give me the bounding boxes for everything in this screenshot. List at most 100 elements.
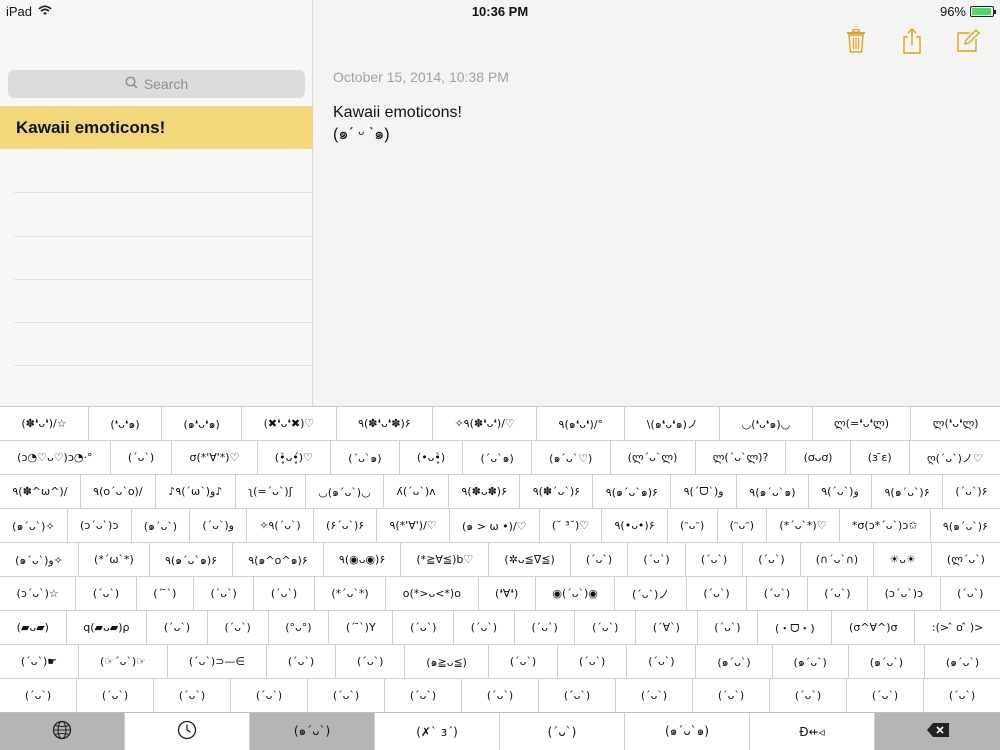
delete-key[interactable] [875, 713, 1000, 750]
emoticon-key[interactable]: ʎ(ˊᴗˋ)ʌ [384, 475, 450, 508]
emoticon-key[interactable]: (з ̄ε) [851, 441, 910, 474]
emoticon-key[interactable]: (ˊᴗˋ) [847, 679, 924, 712]
emoticon-key[interactable]: (۶ˊᴗˋ)۶ [314, 509, 378, 542]
search-bar[interactable]: Search [8, 70, 305, 98]
emoticon-key[interactable]: (ˊᴗˋ) [539, 679, 616, 712]
emoticon-key[interactable]: (ˊᴗˋ) [698, 611, 759, 644]
emoticon-key[interactable]: (ˊᴗˋ) [154, 679, 231, 712]
emoticon-key[interactable]: (❛∀❛) [479, 577, 536, 610]
emoticon-key[interactable]: (✲ᴗ≦∇≦) [489, 543, 571, 576]
emoticon-key[interactable]: (ˊᴗˋ) [558, 645, 628, 678]
emoticon-key[interactable]: (ˊᴗˋ)ノ [615, 577, 687, 610]
note-body[interactable]: Kawaii emoticons! (๑ˊ ᵕ ˋ๑) [333, 102, 462, 146]
emoticon-key[interactable]: ღ(ˊᴗˋ)ノ♡ [910, 441, 1000, 474]
category-key-5[interactable]: Ð⇷◃ [750, 713, 875, 750]
emoticon-key[interactable]: (ˊᴗˋ๑) [463, 441, 532, 474]
emoticon-key[interactable]: (ˊᴗˋ) [770, 679, 847, 712]
emoticon-key[interactable]: (ơᴗơ) [786, 441, 851, 474]
emoticon-key[interactable]: (ˊᴗˋ) [747, 577, 808, 610]
emoticon-key[interactable]: ٩(๑ˊᴗˋ๑)۶ [593, 475, 672, 508]
emoticon-key[interactable]: (ˊᴗˋ) [267, 645, 337, 678]
emoticon-key[interactable]: (ˊᴗˋ)۶ [943, 475, 1000, 508]
emoticon-key[interactable]: (ˊᴗˋ) [231, 679, 308, 712]
emoticon-key[interactable]: ٩(✽ᴗ✽)۶ [449, 475, 521, 508]
trash-icon[interactable] [844, 28, 868, 54]
category-key-3[interactable]: (ˊᴗˋ) [500, 713, 625, 750]
emoticon-key[interactable]: ٩(◉ᴗ◉)۶ [324, 543, 402, 576]
emoticon-key[interactable]: ٩(๑^o^๑)۶ [233, 543, 324, 576]
emoticon-key[interactable]: ʅ(=ˊᴗˋ)ʃ [236, 475, 306, 508]
emoticon-key[interactable]: (ˊᴗˋ) [147, 611, 208, 644]
emoticon-key[interactable]: (๑ˊᴗˋ) [849, 645, 925, 678]
emoticon-key[interactable]: (๑ˊᴗˋ)✧ [0, 509, 68, 542]
emoticon-key[interactable]: ٩(๑ˊᴗˋ)۶ [872, 475, 943, 508]
emoticon-key[interactable]: (ᵔᴗᵔ) [668, 509, 718, 542]
emoticon-key[interactable]: ٩(•ᴗ•)۶ [602, 509, 668, 542]
emoticon-key[interactable]: (ɔ◔♡ᴗ♡)ɔ◔·° [0, 441, 111, 474]
emoticon-key[interactable]: ლ(=❛ᴗ❛ლ) [813, 407, 912, 440]
emoticon-key[interactable]: ٩(*'∀')/♡ [377, 509, 450, 542]
emoticon-key[interactable]: (ˊᴗˋ) [743, 543, 801, 576]
emoticon-key[interactable]: (๑ˊᴗˋ) [925, 645, 1000, 678]
emoticon-key[interactable]: (*≧∀≦)b♡ [401, 543, 490, 576]
emoticon-key[interactable]: (•ᴗ•̥̀) [400, 441, 464, 474]
emoticon-key[interactable]: (ˊᴗˋ) [462, 679, 539, 712]
emoticon-key[interactable]: (ˊᴗˋ) [571, 543, 629, 576]
emoticon-key[interactable]: (∩ˊᴗˋ∩) [801, 543, 875, 576]
emoticon-key[interactable]: (๑ˊᴗˋ) [696, 645, 773, 678]
emoticon-key[interactable]: ☀ᴗ☀ [874, 543, 932, 576]
emoticon-key[interactable]: (๑❛ᴗ❛๑) [162, 407, 243, 440]
emoticon-key[interactable]: (๑ˊᴗˋ) [773, 645, 849, 678]
emoticon-key[interactable]: (ˊᴗˋ) [628, 543, 686, 576]
emoticon-key[interactable]: \(๑❛ᴗ❛๑)ノ [625, 407, 721, 440]
emoticon-key[interactable]: (ˊᴗˋ) [693, 679, 770, 712]
emoticon-key[interactable]: ◡(❛ᴗ❛๑)◡ [720, 407, 813, 440]
emoticon-key[interactable]: (๑ˊᴗˋ)و✧ [0, 543, 79, 576]
category-key-4[interactable]: (๑ˊᴗˋ๑) [625, 713, 750, 750]
emoticon-key[interactable]: ٩(๑❛ᴗ❛)/° [537, 407, 626, 440]
emoticon-key[interactable]: (✽❛ᴗ❛)/☆ [0, 407, 89, 440]
recent-key[interactable] [125, 713, 250, 750]
emoticon-key[interactable]: (ˊᴗˋ)⊃—∈ [168, 645, 267, 678]
emoticon-key[interactable]: ♪٩(´ω`)و♪ [156, 475, 236, 508]
emoticon-key[interactable]: σ(*'∀'*)♡ [172, 441, 258, 474]
emoticon-key[interactable]: (ɔˊᴗˋ)ɔ [68, 509, 132, 542]
emoticon-key[interactable]: (▰ᴗ▰) [0, 611, 67, 644]
emoticon-key[interactable]: (*ˊᴗˋ*)♡ [767, 509, 840, 542]
emoticon-key[interactable]: (ˊᴗˋ) [808, 577, 869, 610]
emoticon-key[interactable]: ٩(๑ˊᴗˋ๑) [737, 475, 809, 508]
emoticon-key[interactable]: ٩(✽^ω^)/ [0, 475, 81, 508]
globe-key[interactable] [0, 713, 125, 750]
emoticon-key[interactable]: ٩(ˊᗜˋ)و [671, 475, 737, 508]
category-key-2[interactable]: (✗ˋ з´) [375, 713, 500, 750]
emoticon-key[interactable]: (˘ ³˘)♡ [540, 509, 603, 542]
emoticon-key[interactable]: (✖❛ᴗ❛✖)♡ [242, 407, 337, 440]
emoticon-key[interactable]: (σ^∀^)σ [832, 611, 916, 644]
emoticon-key[interactable]: ◉(ˊᴗˋ)◉ [536, 577, 616, 610]
category-key-1[interactable]: (๑ˊᴗˋ) [250, 713, 375, 750]
emoticon-key[interactable]: (ˊᴗˋ) [254, 577, 315, 610]
emoticon-key[interactable]: ლ(ˊᴗˋლ)? [696, 441, 787, 474]
emoticon-key[interactable]: ٩(ˊᴗˋ)و [809, 475, 873, 508]
emoticon-key[interactable]: (ˊᴗˋ) [924, 679, 1000, 712]
share-icon[interactable] [900, 28, 924, 54]
emoticon-key[interactable]: (ˊᴗˋ)و [190, 509, 248, 542]
emoticon-key[interactable]: :(> ̂ o ̂ )> [915, 611, 1000, 644]
emoticon-key[interactable]: ٩(๑ˊᴗˋ๑)۶ [150, 543, 234, 576]
emoticon-key[interactable]: (☞ˊᴗˋ)☞ [79, 645, 168, 678]
emoticon-key[interactable]: (๑≧ᴗ≦) [405, 645, 489, 678]
emoticon-key[interactable]: (ˊ ̄ˋ)Y [329, 611, 394, 644]
emoticon-key[interactable]: (ᵔᴗᵔ) [718, 509, 768, 542]
emoticon-key[interactable]: ლ(❛ᴗ❛ლ) [911, 407, 1000, 440]
emoticon-key[interactable]: (ɔˊᴗˋ)ɔ [868, 577, 941, 610]
emoticon-key[interactable]: ٩(๑ˊᴗˋ)۶ [931, 509, 1000, 542]
emoticon-key[interactable]: (•̥̀ᴗ•̥́)♡ [258, 441, 332, 474]
emoticon-key[interactable]: (❛ᴗ❛๑) [89, 407, 163, 440]
emoticon-key[interactable]: (・ᗜ・) [758, 611, 833, 644]
emoticon-key[interactable]: (ˊᴗˋ) [686, 543, 744, 576]
emoticon-key[interactable]: (*ˊᴗˋ*) [315, 577, 387, 610]
emoticon-key[interactable]: (ˊᴗˋ)☛ [0, 645, 80, 678]
emoticon-key[interactable]: (ˊᴗˋ) [308, 679, 385, 712]
emoticon-key[interactable]: ✧٩(✽❛ᴗ❛)/♡ [433, 407, 538, 440]
emoticon-key[interactable]: (ˊᴗˋ) [687, 577, 748, 610]
